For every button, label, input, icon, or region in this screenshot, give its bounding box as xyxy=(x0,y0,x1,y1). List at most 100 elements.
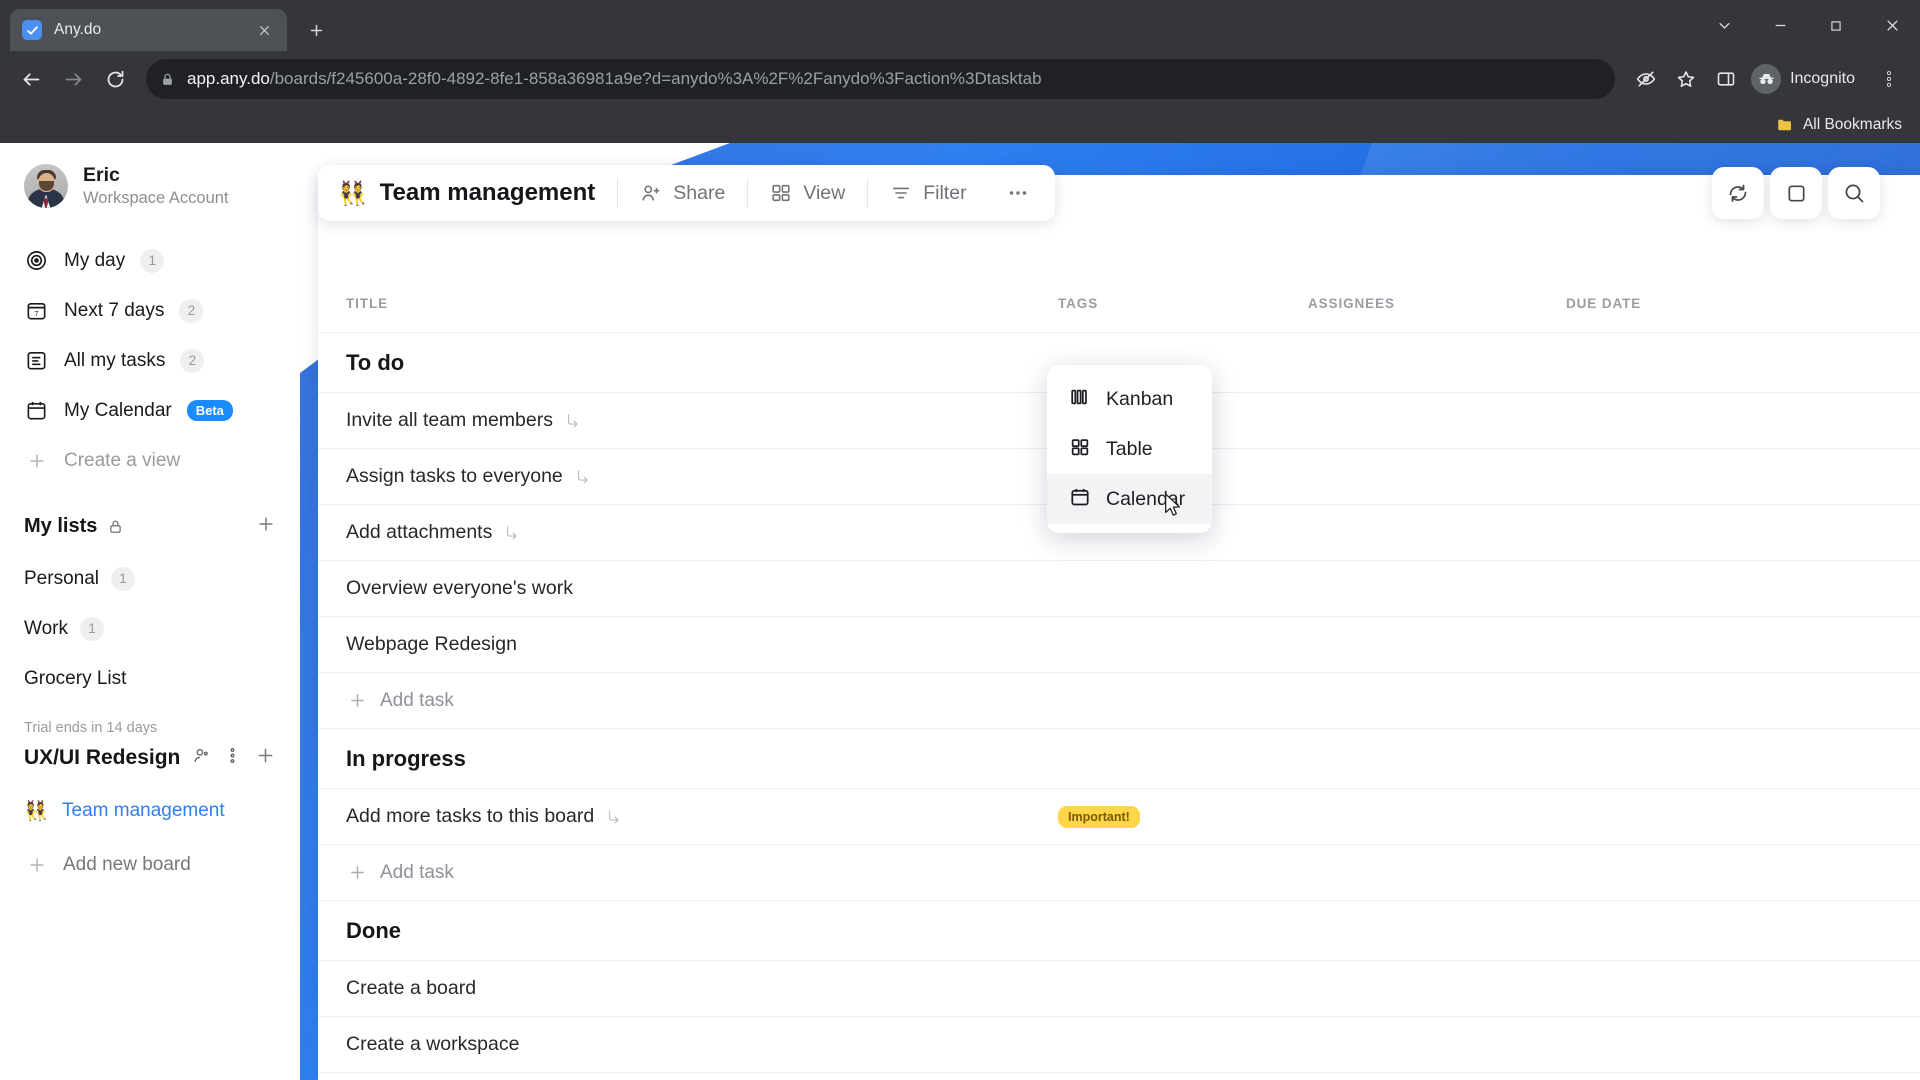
kebab-menu-icon[interactable] xyxy=(223,746,242,770)
sidebar-board-team-management[interactable]: 👯 Team management xyxy=(0,786,300,836)
table-row[interactable]: Add more tasks to this board Important! xyxy=(318,789,1920,845)
board-top-right-actions xyxy=(1712,165,1880,221)
incognito-profile-button[interactable]: Incognito xyxy=(1747,60,1868,98)
table-row[interactable]: Overview everyone's work xyxy=(318,561,1920,617)
add-task-button[interactable]: Add task xyxy=(318,673,1920,729)
add-task-button[interactable]: Add task xyxy=(318,845,1920,901)
sidebar-item-my-day[interactable]: My day 1 xyxy=(0,236,300,286)
star-icon[interactable] xyxy=(1667,60,1705,98)
eye-off-icon[interactable] xyxy=(1627,60,1665,98)
task-title: Invite all team members xyxy=(346,409,553,431)
list-item-work[interactable]: Work 1 xyxy=(0,604,300,654)
menu-item-kanban[interactable]: Kanban xyxy=(1047,374,1212,424)
add-new-board-label: Add new board xyxy=(63,853,191,875)
group-header-in-progress[interactable]: In progress xyxy=(318,729,1920,789)
view-dropdown-menu: Kanban Table Calendar xyxy=(1047,365,1212,533)
sidebar-item-label: My day xyxy=(64,249,126,271)
add-new-board-button[interactable]: Add new board xyxy=(0,840,300,890)
subtask-icon xyxy=(575,468,592,485)
new-tab-icon[interactable] xyxy=(299,13,333,47)
board-label: Team management xyxy=(62,799,225,821)
list-item-label: Work xyxy=(24,617,68,639)
table-row[interactable]: Webpage Redesign xyxy=(318,617,1920,673)
svg-text:7: 7 xyxy=(34,309,38,318)
view-button[interactable]: View xyxy=(748,165,867,221)
minimize-icon[interactable] xyxy=(1752,0,1808,51)
search-icon[interactable] xyxy=(1828,167,1880,219)
task-title: Create a workspace xyxy=(346,1033,520,1055)
board-sheet: TITLE TAGS ASSIGNEES DUE DATE To do Invi… xyxy=(318,175,1920,1080)
kebab-menu-icon[interactable] xyxy=(1870,60,1908,98)
task-title: Assign tasks to everyone xyxy=(346,465,563,487)
address-bar[interactable]: app.any.do/boards/f245600a-28f0-4892-8fe… xyxy=(146,59,1616,99)
calendar-7-icon: 7 xyxy=(24,298,49,323)
lock-icon xyxy=(107,518,124,535)
square-icon[interactable] xyxy=(1770,167,1822,219)
avatar xyxy=(24,164,68,209)
add-task-label: Add task xyxy=(380,861,454,883)
board-emoji-icon: 👯 xyxy=(24,800,48,822)
url-host: app.any.do xyxy=(187,69,270,88)
list-item-personal[interactable]: Personal 1 xyxy=(0,554,300,604)
table-header-row: TITLE TAGS ASSIGNEES DUE DATE xyxy=(318,275,1920,333)
sidebar-item-label: Next 7 days xyxy=(64,299,165,321)
sidebar-item-all-my-tasks[interactable]: All my tasks 2 xyxy=(0,336,300,386)
forward-arrow-icon[interactable] xyxy=(54,60,92,98)
sidebar-item-next-7-days[interactable]: 7 Next 7 days 2 xyxy=(0,286,300,336)
sidebar-item-my-calendar[interactable]: My Calendar Beta xyxy=(0,386,300,436)
back-arrow-icon[interactable] xyxy=(12,60,50,98)
board-toolbar: 👯 Team management Share View Filter xyxy=(318,165,1055,221)
incognito-label: Incognito xyxy=(1790,70,1855,87)
window-close-icon[interactable] xyxy=(1864,0,1920,51)
chevron-down-icon[interactable] xyxy=(1696,0,1752,51)
column-header-title: TITLE xyxy=(346,296,388,311)
group-title: In progress xyxy=(346,745,466,771)
maximize-icon[interactable] xyxy=(1808,0,1864,51)
plus-icon xyxy=(24,448,49,473)
sidebar: Eric Workspace Account My day 1 7 Next 7 xyxy=(0,143,300,1080)
sidebar-nav: My day 1 7 Next 7 days 2 All my tasks 2 xyxy=(0,236,300,486)
sync-icon[interactable] xyxy=(1712,167,1764,219)
browser-tab[interactable]: Any.do xyxy=(10,9,287,51)
plus-icon xyxy=(24,852,49,877)
board-more-button[interactable] xyxy=(989,165,1047,221)
table-row[interactable]: Create a workspace xyxy=(318,1017,1920,1073)
add-list-button[interactable] xyxy=(256,514,276,539)
side-panel-icon[interactable] xyxy=(1707,60,1745,98)
my-lists-header: My lists xyxy=(0,500,300,554)
menu-item-table[interactable]: Table xyxy=(1047,424,1212,474)
group-header-done[interactable]: Done xyxy=(318,901,1920,961)
bookmarks-bar: All Bookmarks xyxy=(0,107,1920,143)
tab-title: Any.do xyxy=(54,21,102,38)
toolbar-actions: Incognito xyxy=(1627,60,1908,98)
add-workspace-board-button[interactable] xyxy=(255,745,276,771)
status-badge: Important! xyxy=(1058,805,1140,828)
task-title: Add more tasks to this board xyxy=(346,805,595,827)
trial-notice: Trial ends in 14 days xyxy=(24,719,158,736)
share-button[interactable]: Share xyxy=(618,165,747,221)
sidebar-item-label: All my tasks xyxy=(64,349,166,371)
tab-strip: Any.do xyxy=(0,0,1920,51)
all-bookmarks-label[interactable]: All Bookmarks xyxy=(1803,116,1902,134)
task-title: Overview everyone's work xyxy=(346,577,573,599)
calendar-icon xyxy=(1069,486,1091,513)
task-title: Add attachments xyxy=(346,521,493,543)
list-item-label: Grocery List xyxy=(24,667,127,689)
people-icon[interactable] xyxy=(192,746,211,770)
list-item-grocery-list[interactable]: Grocery List xyxy=(0,654,300,704)
profile-block[interactable]: Eric Workspace Account xyxy=(0,163,300,210)
filter-button[interactable]: Filter xyxy=(868,165,988,221)
workspace-title: UX/UI Redesign xyxy=(24,745,181,769)
badge-count: 2 xyxy=(180,348,205,373)
browser-toolbar: app.any.do/boards/f245600a-28f0-4892-8fe… xyxy=(0,51,1920,107)
create-view-label: Create a view xyxy=(64,449,181,471)
menu-item-calendar[interactable]: Calendar xyxy=(1047,474,1212,524)
target-icon xyxy=(24,248,49,273)
check-icon xyxy=(22,20,42,40)
create-view-button[interactable]: Create a view xyxy=(0,436,300,486)
filter-label: Filter xyxy=(923,181,967,204)
reload-icon[interactable] xyxy=(96,60,134,98)
table-row[interactable]: Create a board xyxy=(318,961,1920,1017)
subtask-icon xyxy=(504,524,521,541)
close-icon[interactable] xyxy=(253,19,275,41)
